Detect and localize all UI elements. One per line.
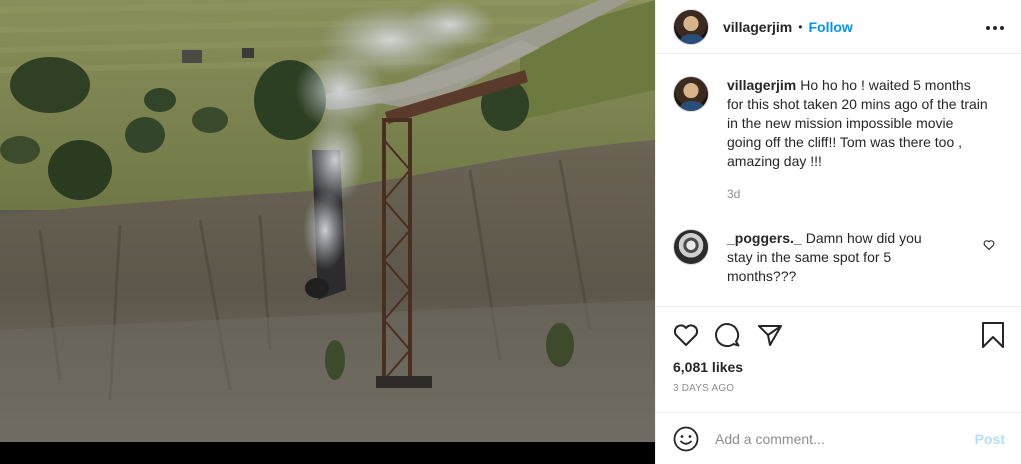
like-heart-icon[interactable]	[673, 323, 699, 347]
post-sidebar: villagerjim • Follow villagerjim Ho ho ho…	[655, 0, 1021, 464]
likes-count[interactable]: 6,081 likes	[673, 359, 1005, 375]
post-photo[interactable]	[0, 0, 655, 442]
comment-like-heart-icon[interactable]	[983, 238, 995, 256]
more-dots-icon[interactable]	[985, 18, 1005, 36]
emoji-smiley-icon[interactable]	[673, 426, 699, 452]
bookmark-save-icon[interactable]	[981, 321, 1005, 349]
post-timestamp[interactable]: 3 DAYS AGO	[673, 383, 1005, 394]
commenter-avatar[interactable]	[673, 229, 709, 265]
train-cliff-photo	[0, 0, 655, 442]
comment-body: _poggers._ Damn how did you stay in the s…	[727, 229, 947, 286]
comment-bubble-icon[interactable]	[715, 322, 741, 348]
author-avatar[interactable]	[673, 8, 709, 45]
caption: villagerjim Ho ho ho ! waited 5 months fo…	[673, 76, 1005, 204]
share-paper-plane-icon[interactable]	[757, 323, 783, 347]
caption-timestamp[interactable]: 3d	[727, 185, 989, 204]
separator-dot: •	[798, 19, 803, 34]
action-icons-row	[673, 321, 1005, 349]
commenter-username[interactable]: _poggers._	[727, 230, 802, 246]
photo-letterbox	[0, 442, 655, 464]
caption-username[interactable]: villagerjim	[727, 77, 796, 93]
caption-body: villagerjim Ho ho ho ! waited 5 months fo…	[727, 76, 989, 204]
add-comment-input[interactable]	[715, 430, 975, 447]
post-actions: 6,081 likes 3 DAYS AGO	[656, 306, 1021, 394]
comments-section: villagerjim Ho ho ho ! waited 5 months fo…	[656, 54, 1021, 306]
comment-item: _poggers._ Damn how did you stay in the s…	[673, 229, 1005, 286]
follow-button[interactable]: Follow	[808, 19, 852, 35]
post-comment-button[interactable]: Post	[975, 431, 1005, 447]
post-header: villagerjim • Follow	[656, 0, 1021, 54]
caption-author-avatar[interactable]	[673, 76, 709, 112]
author-username[interactable]: villagerjim	[723, 19, 792, 35]
add-comment-bar: Post	[656, 412, 1021, 464]
